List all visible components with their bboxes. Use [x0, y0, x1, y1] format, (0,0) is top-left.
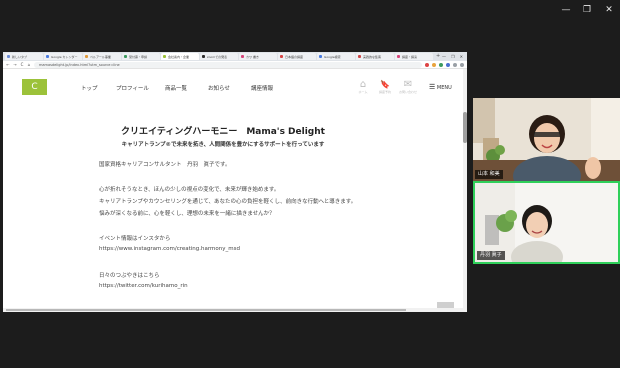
nav-products[interactable]: 商品一覧 — [165, 84, 187, 92]
tab-bar: 新しいタブ Google カレンダー ベルアール事業 受付票・申請 会社案内・企業 zoo… — [3, 52, 467, 61]
url-field[interactable]: mamasdelight.jp/index.html?utm_source=li… — [34, 61, 422, 68]
tab-label: 講座・講演 — [402, 54, 418, 59]
nav-courses[interactable]: 講座情報 — [251, 84, 273, 92]
tab-label: 実践的な集客 — [363, 54, 382, 59]
booking-caption: 講座予約 — [378, 90, 391, 94]
tab-label: zoomでの発表 — [207, 54, 228, 59]
tab-label: Google カレンダー — [51, 54, 78, 59]
shared-browser-window: 新しいタブ Google カレンダー ベルアール事業 受付票・申請 会社案内・企業 zoo… — [3, 52, 467, 312]
contact-caption: お問い合わせ — [398, 90, 417, 94]
new-tab-button[interactable]: + — [436, 53, 440, 60]
back-button[interactable]: ← — [6, 62, 10, 68]
home-button[interactable]: ⌂ — [27, 62, 31, 68]
tab-favicon — [46, 55, 49, 58]
extension-icon[interactable] — [439, 62, 443, 67]
intro-line: 国家資格キャリアコンサルタント 丹羽 眞子です。 — [99, 162, 231, 168]
header-booking-link[interactable]: 🔖 講座予約 — [375, 79, 395, 94]
website-page: C トップ プロフィール 商品一覧 お知らせ 講座情報 ⌂ ホーム 🔖 講座予約… — [3, 69, 467, 312]
browser-tab[interactable]: Google検索 — [317, 53, 355, 60]
site-logo[interactable]: C — [22, 79, 47, 95]
page-subtitle: キャリアトランプ®で未来を拓き、人間関係を豊かにするサポートを行っています — [121, 142, 325, 148]
browser-tab[interactable]: 講座・講演 — [395, 53, 433, 60]
browser-tab[interactable]: zoomでの発表 — [200, 53, 238, 60]
tab-label: 受付票・申請 — [129, 54, 148, 59]
address-bar: ← → C ⌂ mamasdelight.jp/index.html?utm_s… — [3, 61, 467, 69]
body-line: 悩みが深くなる前に、心を軽くし、理想の未来を一緒に描きませんか？ — [99, 211, 275, 217]
extension-icon[interactable] — [425, 62, 429, 67]
participant-video-tile-active[interactable]: 丹羽 眞子 — [473, 181, 620, 264]
browser-tab[interactable]: 実践的な集客 — [356, 53, 394, 60]
header-contact-link[interactable]: ✉ お問い合わせ — [397, 79, 419, 94]
reload-button[interactable]: C — [20, 62, 24, 68]
browser-close-button[interactable]: ✕ — [460, 54, 463, 59]
nav-news[interactable]: お知らせ — [208, 84, 230, 92]
tab-list: 新しいタブ Google カレンダー ベルアール事業 受付票・申請 会社案内・企業 zoo… — [5, 53, 433, 60]
minimize-button[interactable]: — — [559, 4, 573, 16]
instagram-link[interactable]: https://www.instagram.com/creating.harmo… — [99, 246, 240, 252]
home-icon: ⌂ — [359, 79, 367, 90]
tab-favicon — [124, 55, 127, 58]
participant-video-feed — [473, 98, 620, 181]
horizontal-scrollbar[interactable] — [3, 308, 463, 312]
tab-favicon — [85, 55, 88, 58]
home-caption: ホーム — [358, 90, 368, 94]
horizontal-scrollbar-thumb[interactable] — [6, 309, 406, 311]
tab-favicon — [280, 55, 283, 58]
menu-button[interactable]: ☰ MENU — [429, 83, 452, 91]
browser-window-controls: — ❐ ✕ — [442, 54, 467, 59]
event-info-label: イベント情報はインスタから — [99, 236, 171, 242]
tab-label: カワ 書き — [246, 54, 259, 59]
twitter-link[interactable]: https://twitter.com/kurihamo_rin — [99, 283, 188, 289]
tab-favicon — [7, 55, 10, 58]
bookmark-icon: 🔖 — [380, 80, 390, 89]
tab-favicon — [241, 55, 244, 58]
scrollbar-thumb[interactable] — [463, 112, 467, 143]
close-button[interactable]: ✕ — [602, 4, 616, 16]
participant-name: 山本 和美 — [475, 170, 503, 179]
body-line: キャリアトランプやカウンセリングを通じて、あなたの心の負担を軽くし、前向きな行動… — [99, 199, 357, 205]
tab-favicon — [163, 55, 166, 58]
browser-tab[interactable]: 受付票・申請 — [122, 53, 160, 60]
browser-tab[interactable]: 日本語の講座 — [278, 53, 316, 60]
browser-tab[interactable]: カワ 書き — [239, 53, 277, 60]
profile-icon[interactable] — [460, 62, 464, 67]
header-home-link[interactable]: ⌂ ホーム — [353, 79, 373, 94]
browser-tab[interactable]: Google カレンダー — [44, 53, 82, 60]
participant-name: 丹羽 眞子 — [477, 251, 505, 260]
nav-top[interactable]: トップ — [81, 84, 98, 92]
body-line: 心が折れそうなとき、ほんの少しの視点の変化で、未来が輝き始めます。 — [99, 187, 280, 193]
browser-restore-button[interactable]: ❐ — [451, 54, 455, 59]
page-title: クリエイティングハーモニー Mama's Delight — [121, 127, 325, 137]
extension-icon[interactable] — [453, 62, 457, 67]
tab-favicon — [358, 55, 361, 58]
vertical-scrollbar[interactable] — [463, 69, 467, 312]
mail-icon: ✉ — [403, 79, 413, 90]
tab-label: 新しいタブ — [12, 54, 28, 59]
forward-button[interactable]: → — [13, 62, 17, 68]
tab-label: 日本語の講座 — [285, 54, 304, 59]
tab-label: ベルアール事業 — [90, 54, 111, 59]
hamburger-icon: ☰ — [429, 83, 436, 91]
tab-favicon — [397, 55, 400, 58]
menu-button-label: MENU — [436, 85, 452, 91]
tab-favicon — [319, 55, 322, 58]
browser-tab[interactable]: 会社案内・企業 — [161, 53, 199, 60]
tab-favicon — [202, 55, 205, 58]
browser-tab[interactable]: 新しいタブ — [5, 53, 43, 60]
twitter-label: 日々のつぶやきはこちら — [99, 273, 160, 279]
participant-video-tile[interactable]: 山本 和美 — [473, 98, 620, 181]
nav-profile[interactable]: プロフィール — [116, 84, 149, 92]
extension-icon[interactable] — [446, 62, 450, 67]
tab-label: Google検索 — [324, 54, 341, 59]
browser-minimize-button[interactable]: — — [442, 54, 446, 59]
tab-label: 会社案内・企業 — [168, 54, 190, 59]
extension-icon[interactable] — [432, 62, 436, 67]
restore-button[interactable]: ❐ — [580, 4, 594, 16]
browser-tab[interactable]: ベルアール事業 — [83, 53, 121, 60]
